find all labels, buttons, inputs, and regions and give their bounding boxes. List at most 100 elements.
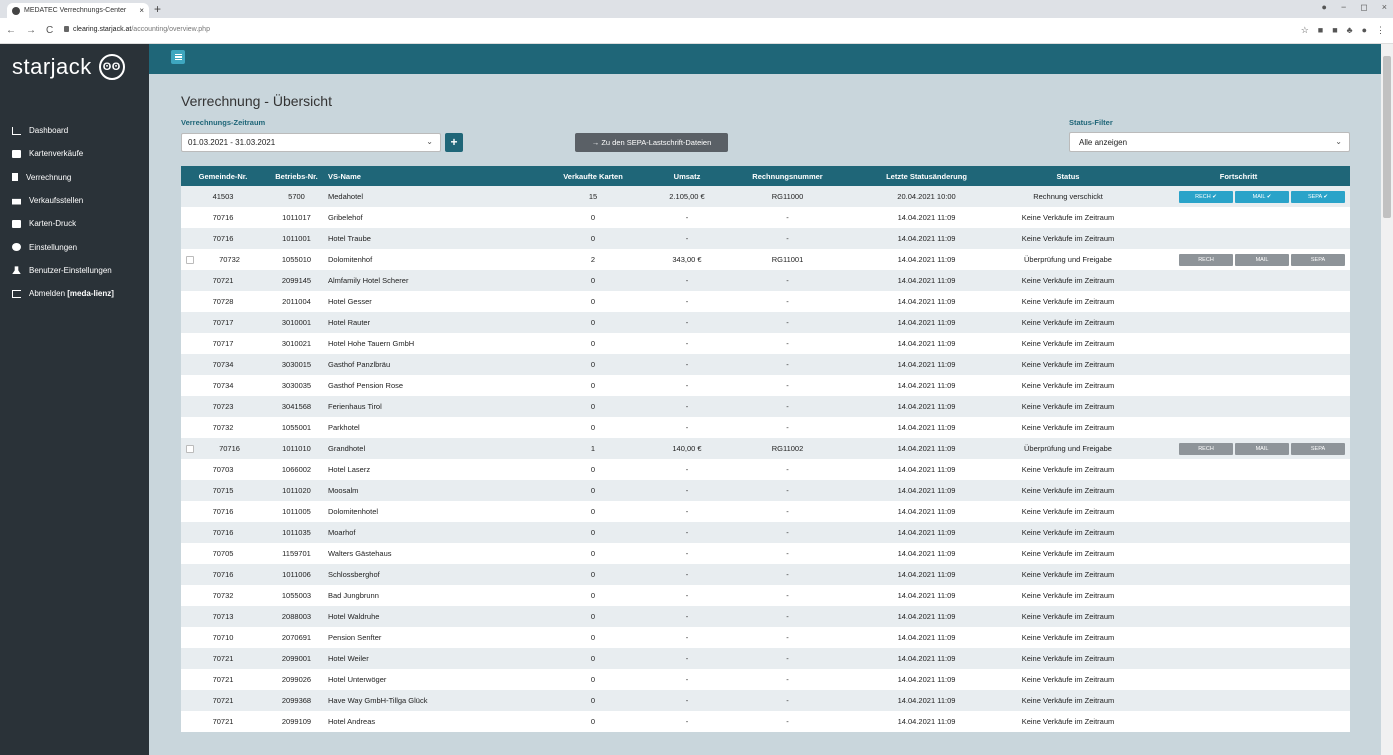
url-field[interactable]: clearing.starjack.at/accounting/overview… xyxy=(64,26,210,33)
sidebar-item-abmelden[interactable]: Abmelden [meda-lienz] xyxy=(0,282,149,305)
new-tab-button[interactable]: + xyxy=(154,2,161,16)
tab-title: MEDATEC Verrechnungs-Center xyxy=(24,7,127,14)
col-statusaenderung[interactable]: Letzte Statusänderung xyxy=(844,166,1009,186)
cell-fortschritt xyxy=(1127,417,1350,438)
cell-vs-name: Gasthof Panzlbräu xyxy=(328,354,543,375)
cell-umsatz: - xyxy=(643,396,731,417)
rech-step-button[interactable]: RECH xyxy=(1179,442,1233,455)
mail-step-button[interactable]: MAIL xyxy=(1235,442,1289,455)
cell-betrieb: 1011010 xyxy=(265,438,328,459)
gemeinde-nr: 70716 xyxy=(212,213,234,222)
cell-fortschritt xyxy=(1127,669,1350,690)
cell-statusaenderung: 14.04.2021 11:09 xyxy=(844,501,1009,522)
cell-betrieb: 5700 xyxy=(265,186,328,207)
cell-umsatz: - xyxy=(643,459,731,480)
table-row[interactable]: 70710 2070691 Pension Senfter 0- -14.04.2021… xyxy=(181,627,1350,648)
cell-betrieb: 3030015 xyxy=(265,354,328,375)
sidebar-item-benutzer-einstellungen[interactable]: Benutzer-Einstellungen xyxy=(0,259,149,282)
browser-tab[interactable]: MEDATEC Verrechnungs-Center × xyxy=(7,3,149,18)
table-row[interactable]: 70717 3010001 Hotel Rauter 0- -14.04.2021 11… xyxy=(181,312,1350,333)
maximize-icon[interactable]: ◻ xyxy=(1360,2,1367,13)
bookmark-star-icon[interactable]: ☆ xyxy=(1301,25,1309,36)
table-row[interactable]: 70732 1055001 Parkhotel 0- -14.04.2021 11:09… xyxy=(181,417,1350,438)
table-row[interactable]: 70716 1011010 Grandhotel 1 140,00 € RG11002 14… xyxy=(181,438,1350,459)
rech-step-button[interactable]: RECH xyxy=(1179,253,1233,266)
col-status[interactable]: Status xyxy=(1009,166,1127,186)
table-row[interactable]: 70721 2099368 Have Way GmbH-Tillga Glück 0-… xyxy=(181,690,1350,711)
table-row[interactable]: 41503 5700 Medahotel 15 2.105,00 € RG11000 20.… xyxy=(181,186,1350,207)
status-filter-select[interactable]: Alle anzeigen ⌄ xyxy=(1069,132,1350,152)
table-row[interactable]: 70728 2011004 Hotel Gesser 0- -14.04.2021 11… xyxy=(181,291,1350,312)
mail-step-button[interactable]: MAIL xyxy=(1235,253,1289,266)
hamburger-menu-icon[interactable] xyxy=(171,50,185,64)
sidebar-item-dashboard[interactable]: Dashboard xyxy=(0,119,149,142)
col-rechnungsnummer[interactable]: Rechnungsnummer xyxy=(731,166,844,186)
table-row[interactable]: 70713 2088003 Hotel Waldruhe 0- -14.04.2021 … xyxy=(181,606,1350,627)
mail-step-button[interactable]: MAIL ✔ xyxy=(1235,190,1289,203)
period-select[interactable]: 01.03.2021 - 31.03.2021 ⌄ xyxy=(181,133,441,152)
col-umsatz[interactable]: Umsatz xyxy=(643,166,731,186)
sidebar-item-karten-druck[interactable]: Karten-Druck xyxy=(0,212,149,235)
col-betrieb[interactable]: Betriebs-Nr. xyxy=(265,166,328,186)
table-row[interactable]: 70734 3030035 Gasthof Pension Rose 0- -14.04… xyxy=(181,375,1350,396)
table-row[interactable]: 70716 1011035 Moarhof 0- -14.04.2021 11:09 Ke… xyxy=(181,522,1350,543)
cell-fortschritt xyxy=(1127,501,1350,522)
back-icon[interactable]: ← xyxy=(6,25,16,36)
table-row[interactable]: 70716 1011001 Hotel Traube 0- -14.04.2021 11… xyxy=(181,228,1350,249)
rech-step-button[interactable]: RECH ✔ xyxy=(1179,190,1233,203)
table-row[interactable]: 70732 1055003 Bad Jungbrunn 0- -14.04.2021 1… xyxy=(181,585,1350,606)
window-close-icon[interactable]: × xyxy=(1382,2,1387,13)
row-checkbox[interactable] xyxy=(186,445,194,453)
page-scrollbar[interactable] xyxy=(1381,44,1393,755)
sepa-step-button[interactable]: SEPA xyxy=(1291,442,1345,455)
puzzle-icon[interactable]: ♣ xyxy=(1347,25,1353,36)
col-fortschritt[interactable]: Fortschritt xyxy=(1127,166,1350,186)
sepa-step-button[interactable]: SEPA ✔ xyxy=(1291,190,1345,203)
table-row[interactable]: 70734 3030015 Gasthof Panzlbräu 0- -14.04.20… xyxy=(181,354,1350,375)
more-menu-icon[interactable]: ⋮ xyxy=(1376,25,1385,36)
sidebar-item-kartenverkaeufe[interactable]: Kartenverkäufe xyxy=(0,142,149,165)
sidebar-item-verkaufsstellen[interactable]: Verkaufsstellen xyxy=(0,189,149,212)
table-row[interactable]: 70732 1055010 Dolomitenhof 2 343,00 € RG11001… xyxy=(181,249,1350,270)
col-karten[interactable]: Verkaufte Karten xyxy=(543,166,643,186)
sidebar-item-einstellungen[interactable]: Einstellungen xyxy=(0,235,149,258)
extension-icon[interactable]: ■ xyxy=(1318,25,1323,36)
table-row[interactable]: 70716 1011006 Schlossberghof 0- -14.04.2021 … xyxy=(181,564,1350,585)
logo-smiley-icon: ʘʘ xyxy=(98,54,125,80)
table-row[interactable]: 70723 3041568 Ferienhaus Tirol 0- -14.04.202… xyxy=(181,396,1350,417)
table-row[interactable]: 70721 2099001 Hotel Weiler 0- -14.04.2021 11… xyxy=(181,648,1350,669)
extension-icon[interactable]: ■ xyxy=(1332,25,1337,36)
sidebar-item-verrechnung[interactable]: Verrechnung xyxy=(0,166,149,189)
reload-icon[interactable]: C xyxy=(46,25,53,36)
profile-icon[interactable]: ● xyxy=(1322,2,1327,13)
cell-fortschritt xyxy=(1127,333,1350,354)
table-row[interactable]: 70716 1011005 Dolomitenhotel 0- -14.04.2021 … xyxy=(181,501,1350,522)
gemeinde-nr: 70732 xyxy=(212,591,234,600)
starjack-logo[interactable]: starjack ʘʘ xyxy=(12,54,125,80)
add-period-button[interactable]: + xyxy=(445,133,463,152)
cell-gemeinde: 70716 xyxy=(181,501,265,522)
forward-icon[interactable]: → xyxy=(26,25,36,36)
table-row[interactable]: 70717 3010021 Hotel Hohe Tauern GmbH 0- -14.… xyxy=(181,333,1350,354)
minimize-icon[interactable]: − xyxy=(1341,2,1346,13)
card-icon xyxy=(12,149,21,158)
print-icon xyxy=(12,219,21,228)
col-gemeinde[interactable]: Gemeinde-Nr. xyxy=(181,166,265,186)
table-row[interactable]: 70715 1011020 Moosalm 0- -14.04.2021 11:09 Ke… xyxy=(181,480,1350,501)
table-row[interactable]: 70716 1011017 Gribelehof 0- -14.04.2021 11:0… xyxy=(181,207,1350,228)
row-checkbox[interactable] xyxy=(186,256,194,264)
sepa-step-button[interactable]: SEPA xyxy=(1291,253,1345,266)
scrollbar-thumb[interactable] xyxy=(1383,56,1391,218)
table-row[interactable]: 70721 2099026 Hotel Unterwöger 0- -14.04.202… xyxy=(181,669,1350,690)
sepa-files-button[interactable]: → Zu den SEPA-Lastschrift-Dateien xyxy=(575,133,728,152)
table-row[interactable]: 70703 1066002 Hotel Laserz 0- -14.04.2021 11… xyxy=(181,459,1350,480)
avatar-icon[interactable]: ● xyxy=(1362,25,1367,36)
table-row[interactable]: 70721 2099109 Hotel Andreas 0- -14.04.2021 1… xyxy=(181,711,1350,732)
cell-umsatz: - xyxy=(643,690,731,711)
table-row[interactable]: 70705 1159701 Walters Gästehaus 0- -14.04.20… xyxy=(181,543,1350,564)
tab-close-icon[interactable]: × xyxy=(139,6,144,15)
table-row[interactable]: 70721 2099145 Almfamily Hotel Scherer 0- -14… xyxy=(181,270,1350,291)
col-vs-name[interactable]: VS-Name xyxy=(328,166,543,186)
cell-gemeinde: 70723 xyxy=(181,396,265,417)
url-host: clearing.starjack.at xyxy=(73,26,132,33)
